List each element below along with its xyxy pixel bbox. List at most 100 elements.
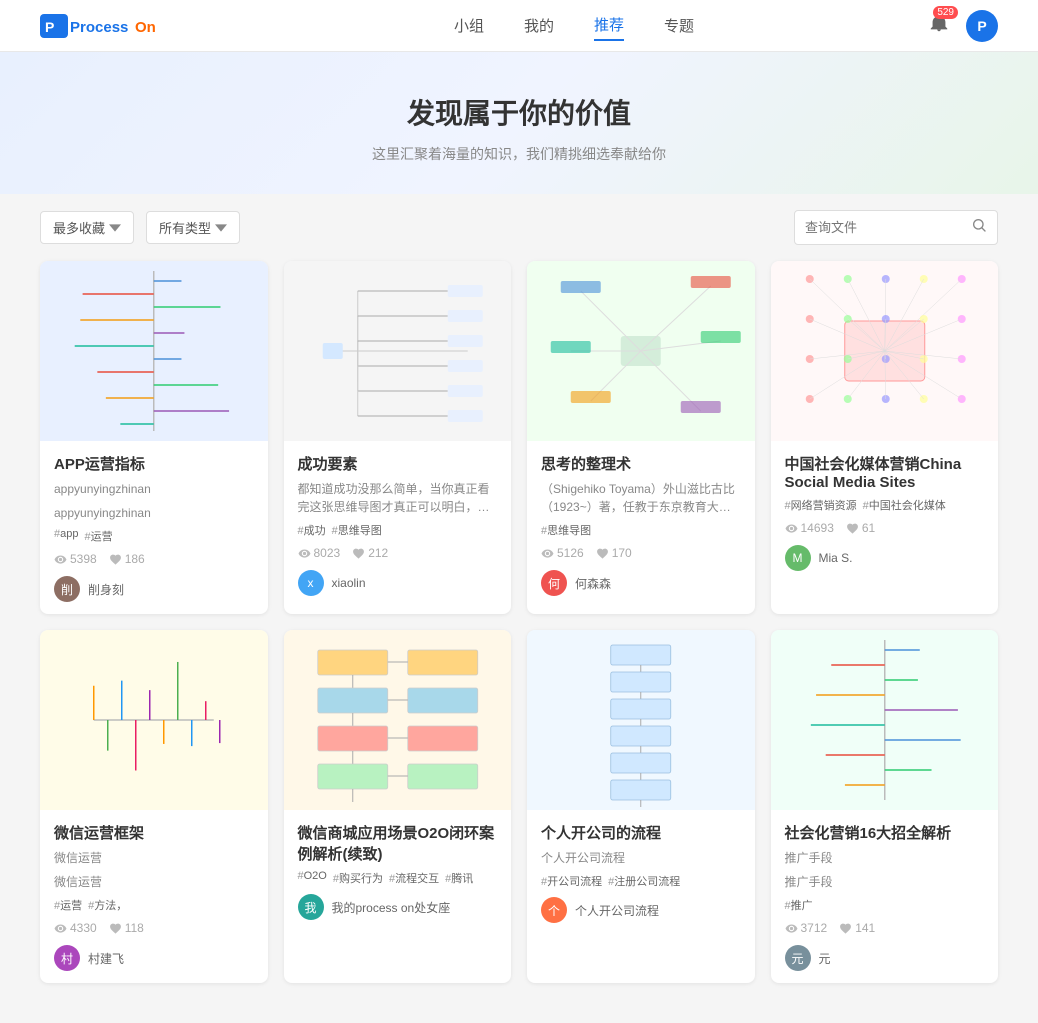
author-avatar: 我 [298, 894, 324, 920]
card-thumbnail [40, 261, 268, 441]
author-name: 我的process on处女座 [332, 899, 451, 916]
eye-icon [785, 922, 798, 935]
sort-filter[interactable]: 最多收藏 [40, 211, 134, 244]
author-name: 个人开公司流程 [575, 902, 659, 919]
card-thumbnail [771, 630, 999, 810]
card-author: x xiaolin [298, 570, 498, 596]
card-tag: 思维导图 [332, 522, 382, 538]
eye-icon [298, 547, 311, 560]
card-item[interactable]: 思考的整理术 （Shigehiko Toyama）外山滋比古比（1923~）著，… [527, 261, 755, 614]
like-count: 212 [352, 546, 388, 560]
card-item[interactable]: 微信运营框架 微信运营 微信运营 运营方法， 4330 118 村 村建飞 [40, 630, 268, 983]
svg-text:On: On [135, 19, 156, 36]
author-name: 何森森 [575, 575, 611, 592]
nav-item-topics[interactable]: 专题 [664, 11, 694, 40]
card-description: 推广手段 [785, 849, 985, 867]
eye-icon [541, 547, 554, 560]
card-author: 个 个人开公司流程 [541, 897, 741, 923]
view-count: 5398 [54, 552, 97, 566]
filters-bar: 最多收藏 所有类型 [0, 194, 1038, 261]
author-avatar: 村 [54, 945, 80, 971]
card-description: 都知道成功没那么简单，当你真正看完这张思维导图才真正可以明白，成功真没那么简单。… [298, 480, 498, 516]
card-tag: 中国社会化媒体 [863, 497, 946, 513]
card-tags: 成功思维导图 [298, 522, 498, 538]
eye-icon [54, 922, 67, 935]
card-title: 微信商城应用场景O2O闭环案例解析(续致) [298, 822, 498, 864]
type-filter[interactable]: 所有类型 [146, 211, 240, 244]
card-tag: app [54, 528, 78, 544]
heart-icon [109, 553, 122, 566]
card-author: 我 我的process on处女座 [298, 894, 498, 920]
card-description: 微信运营 [54, 849, 254, 867]
user-avatar[interactable]: P [966, 10, 998, 42]
card-sub-label2: 推广手段 [785, 873, 985, 891]
card-item[interactable]: 个人开公司的流程 个人开公司流程 开公司流程注册公司流程 个 个人开公司流程 [527, 630, 755, 983]
card-item[interactable]: 中国社会化媒体营销China Social Media Sites 网络营销资源… [771, 261, 999, 614]
card-tag: 思维导图 [541, 522, 591, 538]
nav-item-groups[interactable]: 小组 [454, 11, 484, 40]
author-avatar: 削 [54, 576, 80, 602]
card-author: 何 何森森 [541, 570, 741, 596]
card-tag: 注册公司流程 [608, 873, 680, 889]
card-tags: app运营 [54, 528, 254, 544]
view-count: 3712 [785, 921, 828, 935]
hero-subtitle: 这里汇聚着海量的知识，我们精挑细选奉献给你 [20, 144, 1018, 164]
card-tags: O2O购买行为流程交互腾讯 [298, 870, 498, 886]
view-count: 14693 [785, 521, 834, 535]
card-title: 思考的整理术 [541, 453, 741, 474]
author-name: Mia S. [819, 551, 853, 565]
author-avatar: 个 [541, 897, 567, 923]
card-item[interactable]: 社会化营销16大招全解析 推广手段 推广手段 推广 3712 141 元 元 [771, 630, 999, 983]
card-thumbnail [284, 630, 512, 810]
cards-grid: APP运营指标 appyunyingzhinan appyunyingzhina… [0, 261, 1038, 1023]
card-title: 社会化营销16大招全解析 [785, 822, 985, 843]
card-thumbnail [771, 261, 999, 441]
author-avatar: 何 [541, 570, 567, 596]
heart-icon [839, 922, 852, 935]
eye-icon [54, 553, 67, 566]
card-title: 成功要素 [298, 453, 498, 474]
heart-icon [596, 547, 609, 560]
card-stats: 5126 170 [541, 546, 741, 560]
card-tag: 推广 [785, 897, 813, 913]
card-stats: 4330 118 [54, 921, 254, 935]
card-tag: 开公司流程 [541, 873, 602, 889]
card-author: 村 村建飞 [54, 945, 254, 971]
notification-button[interactable]: 529 [928, 12, 950, 39]
chevron-down-icon [109, 222, 121, 234]
nav-item-recommend[interactable]: 推荐 [594, 10, 624, 41]
logo-icon: P Process On [40, 10, 160, 42]
card-tag: 购买行为 [333, 870, 383, 886]
chevron-down-icon2 [215, 222, 227, 234]
svg-text:Process: Process [70, 19, 128, 36]
card-title: 个人开公司的流程 [541, 822, 741, 843]
nav-item-mine[interactable]: 我的 [524, 11, 554, 40]
card-stats: 14693 61 [785, 521, 985, 535]
card-tags: 开公司流程注册公司流程 [541, 873, 741, 889]
author-avatar: x [298, 570, 324, 596]
card-thumbnail [284, 261, 512, 441]
author-avatar: M [785, 545, 811, 571]
card-item[interactable]: 微信商城应用场景O2O闭环案例解析(续致) O2O购买行为流程交互腾讯 我 我的… [284, 630, 512, 983]
card-thumbnail [527, 261, 755, 441]
card-author: 元 元 [785, 945, 985, 971]
card-author-sub: appyunyingzhinan [54, 480, 254, 498]
card-item[interactable]: APP运营指标 appyunyingzhinan appyunyingzhina… [40, 261, 268, 614]
card-title: 中国社会化媒体营销China Social Media Sites [785, 453, 985, 491]
heart-icon [352, 547, 365, 560]
card-body: 成功要素 都知道成功没那么简单，当你真正看完这张思维导图才真正可以明白，成功真没… [284, 441, 512, 608]
card-body: 个人开公司的流程 个人开公司流程 开公司流程注册公司流程 个 个人开公司流程 [527, 810, 755, 935]
author-name: 元 [819, 950, 831, 967]
card-tags: 运营方法， [54, 897, 254, 913]
like-count: 186 [109, 552, 145, 566]
card-body: APP运营指标 appyunyingzhinan appyunyingzhina… [40, 441, 268, 614]
card-item[interactable]: 成功要素 都知道成功没那么简单，当你真正看完这张思维导图才真正可以明白，成功真没… [284, 261, 512, 614]
header-right: 529 P [928, 10, 998, 42]
card-tag: 流程交互 [389, 870, 439, 886]
card-description: 个人开公司流程 [541, 849, 741, 867]
search-input[interactable] [805, 220, 965, 235]
logo[interactable]: P Process On [40, 10, 160, 42]
card-body: 思考的整理术 （Shigehiko Toyama）外山滋比古比（1923~）著，… [527, 441, 755, 608]
card-thumbnail [527, 630, 755, 810]
search-button[interactable] [971, 217, 987, 238]
